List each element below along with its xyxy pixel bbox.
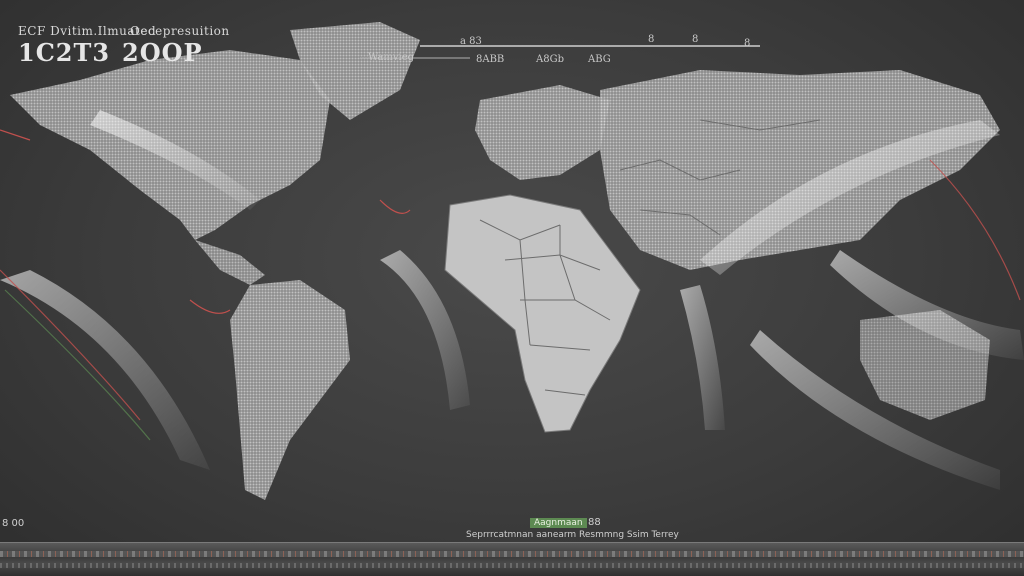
timeline-stripe-lower	[0, 563, 1024, 568]
timeline-sub-label-0: Wamvieg	[368, 52, 415, 63]
world-map	[0, 22, 1024, 500]
landmass-europe	[475, 85, 610, 180]
map-screen: ECF Dvitim.Ilmuated Oecepresuition 1C2T3…	[0, 0, 1024, 576]
timeline-stripe	[0, 551, 1024, 557]
timeline-sub-label-1: 8ABB	[476, 54, 505, 65]
bottom-timeline-bar	[0, 542, 1024, 576]
header-subtitle-right: Oecepresuition	[130, 24, 230, 38]
header-year-right: 2OOP	[122, 38, 203, 67]
footer-caption: Seprrrcatmnan aanearm Resmmng Ssim Terre…	[466, 530, 679, 540]
header-year-left: 1C2T3	[18, 38, 111, 67]
landmass-africa	[444, 194, 641, 433]
timeline-sub-label-3: ABG	[588, 54, 611, 65]
legend-label: Aagnmaan	[534, 518, 583, 528]
legend-badge: Aagnmaan	[530, 518, 587, 528]
landmass-central-america	[195, 240, 265, 285]
timeline-top-label-3: 8	[744, 38, 751, 49]
legend-value: 88	[588, 517, 601, 528]
landmass-south-america	[230, 280, 350, 500]
timeline-top-label-1: 8	[648, 34, 655, 45]
footer-left-value: 8 00	[2, 518, 25, 529]
timeline-top-label-2: 8	[692, 34, 699, 45]
timeline-top-label-0: a 83	[460, 36, 482, 47]
timeline-sub-label-2: A8Gb	[536, 54, 564, 65]
